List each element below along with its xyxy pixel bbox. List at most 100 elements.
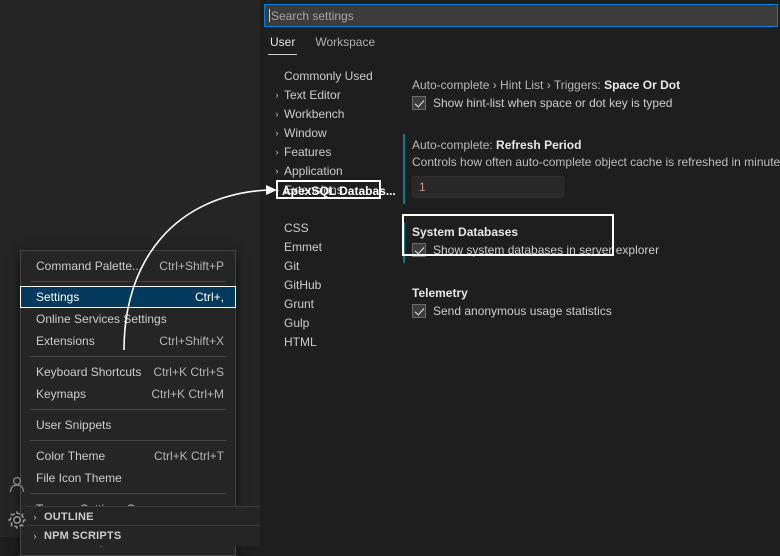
toc-item-features[interactable]: › Features bbox=[264, 142, 384, 161]
chevron-right-icon: › bbox=[275, 108, 279, 119]
modified-indicator bbox=[403, 134, 405, 204]
settings-toc-tree: Commonly Used › Text Editor › Workbench … bbox=[264, 66, 384, 351]
menu-label: Settings bbox=[36, 290, 80, 304]
chevron-right-icon: › bbox=[33, 531, 37, 541]
toc-item-gulp[interactable]: Gulp bbox=[264, 313, 384, 332]
setting-name: Refresh Period bbox=[496, 138, 582, 152]
toc-item-apexsql-label: ApexSQL Databas... bbox=[282, 184, 396, 198]
menu-label: Keyboard Shortcuts bbox=[36, 365, 142, 379]
menu-item-online-services-settings[interactable]: Online Services Settings bbox=[21, 308, 235, 330]
toc-item-html[interactable]: HTML bbox=[264, 332, 384, 351]
toc-label: Application bbox=[284, 163, 343, 178]
menu-shortcut: Ctrl+K Ctrl+S bbox=[153, 365, 224, 379]
menu-item-file-icon-theme[interactable]: File Icon Theme bbox=[21, 467, 235, 489]
toc-item-text-editor[interactable]: › Text Editor bbox=[264, 85, 384, 104]
setting-description: Controls how often auto-complete object … bbox=[412, 155, 780, 169]
menu-label: Color Theme bbox=[36, 449, 106, 463]
menu-label: Command Palette... bbox=[36, 259, 143, 273]
setting-title: System Databases bbox=[412, 225, 770, 239]
menu-label: File Icon Theme bbox=[36, 471, 122, 485]
menu-item-keymaps[interactable]: Keymaps Ctrl+K Ctrl+M bbox=[21, 383, 235, 405]
menu-separator bbox=[30, 281, 226, 282]
refresh-period-input[interactable]: 1 bbox=[412, 176, 564, 198]
toc-item-emmet[interactable]: Emmet bbox=[264, 237, 384, 256]
checkbox-label: Show system databases in server explorer bbox=[433, 243, 660, 257]
setting-title: Telemetry bbox=[412, 286, 770, 300]
checkbox-label: Show hint-list when space or dot key is … bbox=[433, 96, 673, 110]
toc-label: Commonly Used bbox=[284, 68, 373, 83]
tab-workspace[interactable]: Workspace bbox=[313, 34, 377, 55]
setting-title: Auto-complete: Refresh Period bbox=[412, 138, 770, 152]
checkbox-checked-icon[interactable] bbox=[412, 96, 426, 110]
menu-item-color-theme[interactable]: Color Theme Ctrl+K Ctrl+T bbox=[21, 445, 235, 467]
chevron-right-icon: › bbox=[275, 89, 279, 100]
hint-list-checkbox-row[interactable]: Show hint-list when space or dot key is … bbox=[412, 96, 770, 110]
menu-separator bbox=[30, 356, 226, 357]
checkbox-checked-icon[interactable] bbox=[412, 304, 426, 318]
toc-item-workbench[interactable]: › Workbench bbox=[264, 104, 384, 123]
toc-item-apexsql-database[interactable]: ApexSQL Databas... bbox=[264, 199, 384, 218]
chevron-right-icon: › bbox=[33, 512, 37, 522]
toc-label: Gulp bbox=[284, 315, 310, 330]
toc-label: Git bbox=[284, 258, 300, 273]
setting-name: System Databases bbox=[412, 225, 519, 239]
menu-shortcut: Ctrl+Shift+X bbox=[159, 334, 224, 348]
checkbox-checked-icon[interactable] bbox=[412, 243, 426, 257]
setting-system-databases: System Databases Show system databases i… bbox=[400, 223, 770, 271]
menu-item-extensions[interactable]: Extensions Ctrl+Shift+X bbox=[21, 330, 235, 352]
setting-name: Space Or Dot bbox=[604, 78, 681, 92]
toc-label: Grunt bbox=[284, 296, 315, 311]
setting-hint-list-triggers: Auto-complete › Hint List › Triggers: Sp… bbox=[400, 78, 770, 118]
setting-name: Telemetry bbox=[412, 286, 468, 300]
panel-npm-scripts[interactable]: › NPM SCRIPTS bbox=[26, 525, 260, 546]
toc-item-git[interactable]: Git bbox=[264, 256, 384, 275]
account-icon[interactable] bbox=[5, 472, 29, 496]
menu-item-keyboard-shortcuts[interactable]: Keyboard Shortcuts Ctrl+K Ctrl+S bbox=[21, 361, 235, 383]
setting-breadcrumb: Auto-complete: bbox=[412, 138, 497, 152]
toc-label: HTML bbox=[284, 334, 317, 349]
menu-separator bbox=[30, 409, 226, 410]
toc-label: Window bbox=[284, 125, 327, 140]
setting-title: Auto-complete › Hint List › Triggers: Sp… bbox=[412, 78, 770, 92]
search-settings-input[interactable]: Search settings bbox=[264, 4, 778, 27]
checkbox-label: Send anonymous usage statistics bbox=[433, 304, 612, 318]
toc-item-css[interactable]: CSS bbox=[264, 218, 384, 237]
menu-shortcut: Ctrl+K Ctrl+T bbox=[153, 449, 224, 463]
toc-item-application[interactable]: › Application bbox=[264, 161, 384, 180]
menu-label: Keymaps bbox=[36, 387, 87, 401]
menu-label: Online Services Settings bbox=[36, 312, 167, 326]
toc-label: Text Editor bbox=[284, 87, 341, 102]
chevron-right-icon: › bbox=[275, 165, 279, 176]
menu-shortcut: Ctrl+Shift+P bbox=[159, 259, 224, 273]
panel-title: OUTLINE bbox=[44, 511, 94, 523]
tab-user[interactable]: User bbox=[268, 34, 298, 55]
system-databases-checkbox-row[interactable]: Show system databases in server explorer bbox=[412, 243, 770, 257]
chevron-right-icon: › bbox=[275, 127, 279, 138]
settings-editor: Search settings User Workspace Commonly … bbox=[260, 0, 780, 537]
menu-shortcut: Ctrl+, bbox=[194, 290, 224, 304]
setting-refresh-period: Auto-complete: Refresh Period Controls h… bbox=[400, 134, 780, 221]
panel-title: NPM SCRIPTS bbox=[44, 530, 122, 542]
chevron-right-icon: › bbox=[275, 146, 279, 157]
account-glyph bbox=[9, 476, 25, 493]
toc-label: Emmet bbox=[284, 239, 323, 254]
settings-scope-tabs: User Workspace bbox=[268, 34, 377, 55]
text-caret bbox=[269, 9, 270, 22]
search-placeholder: Search settings bbox=[271, 8, 354, 23]
toc-label: CSS bbox=[284, 220, 309, 235]
panel-outline[interactable]: › OUTLINE bbox=[26, 506, 260, 527]
toc-label: Workbench bbox=[284, 106, 345, 121]
modified-indicator bbox=[403, 223, 405, 263]
menu-label: Extensions bbox=[36, 334, 95, 348]
toc-item-window[interactable]: › Window bbox=[264, 123, 384, 142]
menu-item-command-palette[interactable]: Command Palette... Ctrl+Shift+P bbox=[21, 255, 235, 277]
toc-item-grunt[interactable]: Grunt bbox=[264, 294, 384, 313]
toc-item-commonly-used[interactable]: Commonly Used bbox=[264, 66, 384, 85]
menu-item-user-snippets[interactable]: User Snippets bbox=[21, 414, 235, 436]
telemetry-checkbox-row[interactable]: Send anonymous usage statistics bbox=[412, 304, 770, 318]
setting-telemetry: Telemetry Send anonymous usage statistic… bbox=[400, 286, 770, 330]
settings-content-list: Auto-complete › Hint List › Triggers: Sp… bbox=[400, 78, 780, 334]
activity-bar bbox=[0, 0, 22, 537]
menu-item-settings[interactable]: Settings Ctrl+, bbox=[20, 286, 236, 308]
toc-item-github[interactable]: GitHub bbox=[264, 275, 384, 294]
